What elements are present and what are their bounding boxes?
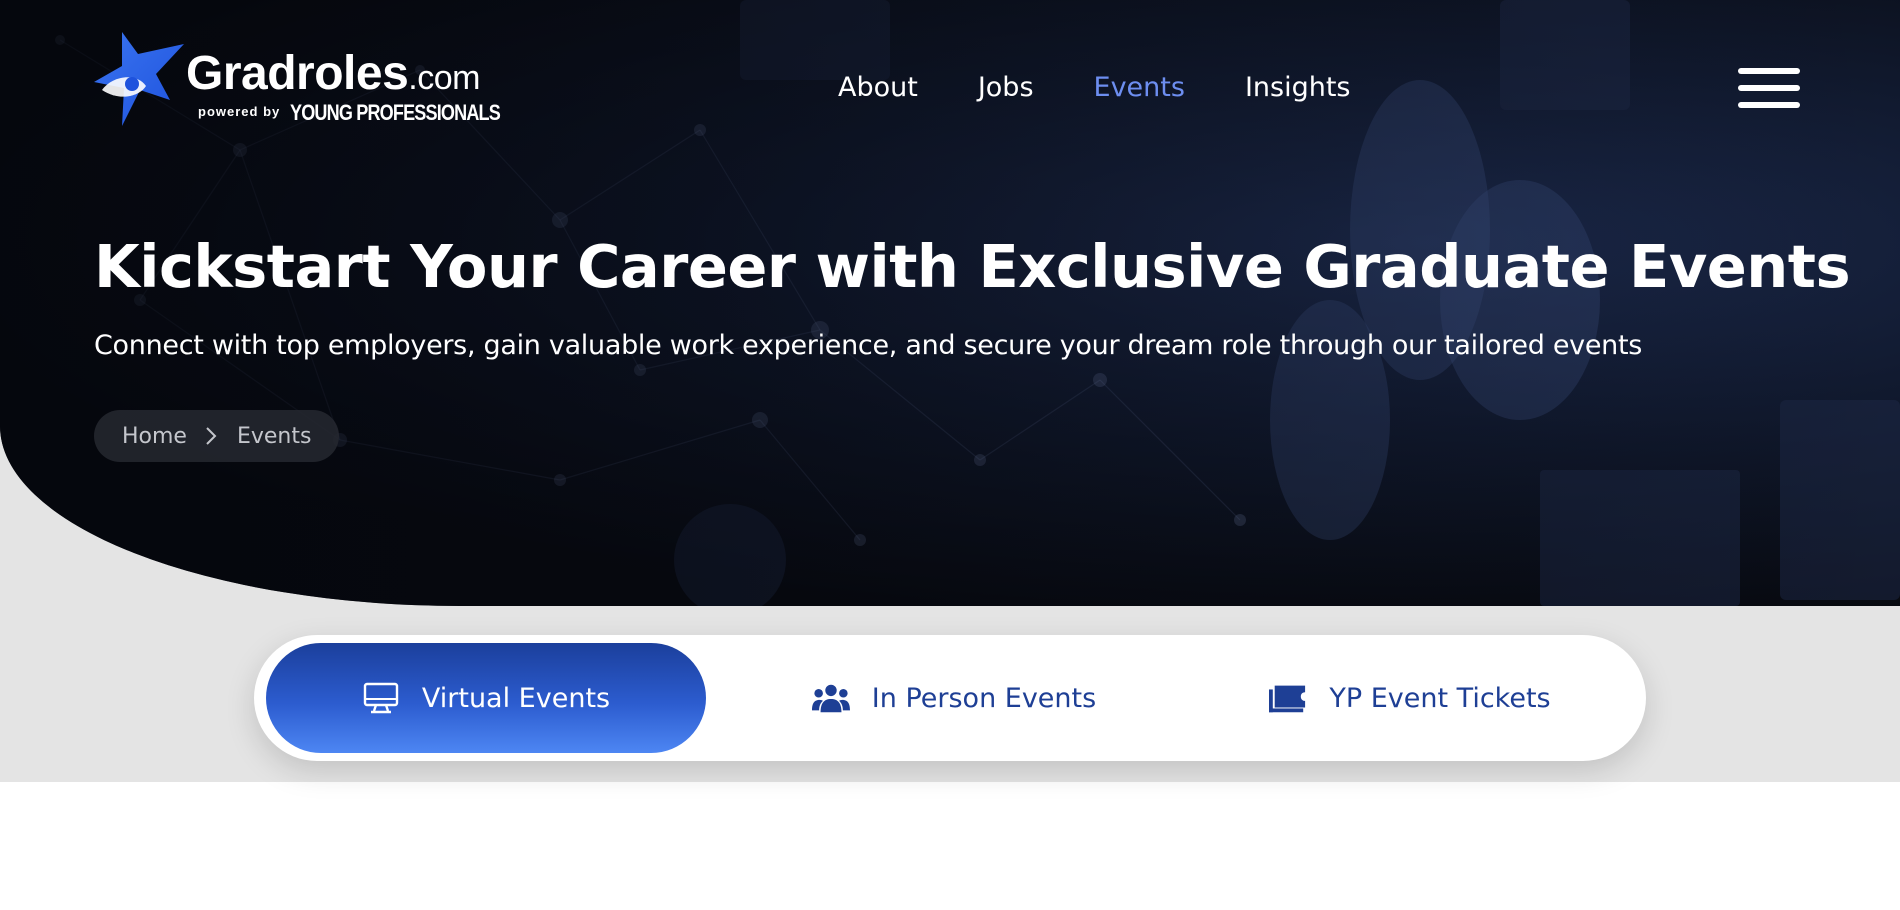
users-icon — [811, 681, 850, 715]
breadcrumb-home[interactable]: Home — [122, 424, 187, 449]
hamburger-icon[interactable] — [1738, 64, 1800, 112]
monitor-icon — [362, 681, 400, 715]
nav-link-about[interactable]: About — [838, 72, 918, 103]
main-nav: About Jobs Events Insights — [838, 72, 1351, 103]
tab-virtual-events[interactable]: Virtual Events — [266, 643, 706, 753]
powered-by-label: powered by — [198, 104, 281, 119]
event-type-tabs: Virtual Events In Person Events YP Event… — [254, 635, 1646, 761]
page-subtitle: Connect with top employers, gain valuabl… — [94, 330, 1643, 361]
nav-link-insights[interactable]: Insights — [1245, 72, 1351, 103]
brand-tld: .com — [408, 59, 480, 97]
ticket-icon — [1269, 681, 1307, 715]
tab-yp-event-tickets[interactable]: YP Event Tickets — [1200, 643, 1620, 753]
nav-link-events[interactable]: Events — [1094, 72, 1185, 103]
partner-name: YOUNG PROFESSIONALS — [290, 100, 501, 125]
chevron-right-icon — [205, 425, 219, 447]
tab-label: Virtual Events — [421, 682, 611, 714]
site-logo[interactable]: Gradroles.com powered by YOUNG PROFESSIO… — [92, 28, 522, 130]
brand-name: Gradroles.com — [186, 47, 480, 100]
breadcrumb-current: Events — [236, 423, 312, 449]
star-logo-icon — [94, 32, 184, 126]
tab-label: In Person Events — [871, 682, 1097, 714]
nav-link-jobs[interactable]: Jobs — [978, 72, 1034, 103]
breadcrumb: Home Events — [94, 410, 340, 462]
tab-in-person-events[interactable]: In Person Events — [744, 643, 1164, 753]
page-title: Kickstart Your Career with Exclusive Gra… — [94, 232, 1851, 301]
tab-label: YP Event Tickets — [1329, 682, 1551, 714]
